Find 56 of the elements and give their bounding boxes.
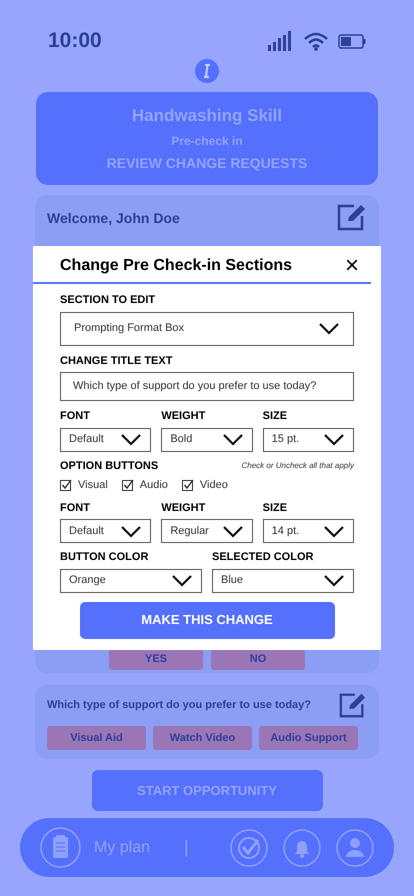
edit-icon[interactable]	[337, 203, 367, 231]
dropdown[interactable]: Bold	[161, 428, 253, 452]
field-label: SIZE	[262, 409, 288, 424]
chevron-icon	[120, 433, 142, 446]
dialog-title: Change Pre Check-in Sections	[60, 256, 292, 276]
nav-divider: |	[184, 836, 189, 859]
user-icon[interactable]	[336, 828, 374, 866]
signal-icon	[268, 31, 294, 51]
field-label: WEIGHT	[161, 500, 206, 516]
dropdown[interactable]: 14 pt.	[262, 519, 354, 543]
chevron-icon	[323, 433, 345, 446]
field-label: FONT	[60, 500, 91, 516]
chevron-icon	[318, 322, 340, 335]
title-text-field[interactable]: Which type of support do you prefer to use today?	[60, 372, 354, 401]
battery-icon	[338, 34, 366, 48]
clipboard-icon[interactable]	[40, 827, 81, 868]
checkbox-icon	[182, 479, 194, 492]
checkbox-icon	[60, 479, 72, 492]
chevron-icon	[171, 574, 193, 587]
edit-icon[interactable]	[339, 691, 367, 719]
status-time: 10:00	[48, 28, 102, 54]
dropdown[interactable]: Default	[60, 428, 152, 452]
field-label: SELECTED COLOR	[212, 550, 314, 565]
info-icon[interactable]	[195, 59, 219, 83]
dropdown[interactable]: Regular	[161, 519, 253, 543]
wifi-icon	[304, 32, 328, 50]
field-label: FONT	[60, 409, 91, 424]
option-checkbox[interactable]: Audio	[122, 477, 168, 494]
close-button[interactable]: ×	[344, 254, 359, 278]
make-change-button[interactable]: MAKE THIS CHANGE	[80, 602, 334, 638]
check-circle-icon[interactable]	[230, 828, 268, 866]
option-checkbox[interactable]: Video	[182, 477, 228, 494]
chevron-icon	[323, 524, 345, 538]
dropdown[interactable]: Orange	[60, 568, 202, 592]
options-hint: Check or Uncheck all that apply	[242, 460, 354, 472]
chevron-icon	[323, 574, 345, 587]
option-checkbox[interactable]: Visual	[60, 477, 108, 494]
bell-icon[interactable]	[283, 828, 321, 866]
welcome-title: Welcome, John Doe	[47, 209, 180, 228]
dropdown[interactable]: 15 pt.	[262, 428, 354, 452]
dropdown[interactable]: Default	[60, 519, 152, 543]
chevron-icon	[222, 433, 244, 446]
field-label: CHANGE TITLE TEXT	[60, 354, 174, 368]
field-label: BUTTON COLOR	[60, 550, 150, 565]
field-label: OPTION BUTTONS	[60, 458, 158, 474]
dropdown[interactable]: Blue	[212, 568, 354, 592]
chevron-icon	[222, 524, 244, 538]
header-subtitle: Pre-check in	[171, 132, 243, 150]
field-label: WEIGHT	[161, 409, 206, 424]
checkbox-icon	[122, 479, 134, 492]
field-label: SIZE	[262, 500, 288, 516]
skill-title: Handwashing Skill	[132, 105, 282, 128]
support-question: Which type of support do you prefer to use today?	[47, 698, 312, 713]
chevron-icon	[120, 524, 142, 538]
dropdown[interactable]: Prompting Format Box	[60, 312, 354, 346]
field-label: SECTION TO EDIT	[60, 293, 156, 308]
